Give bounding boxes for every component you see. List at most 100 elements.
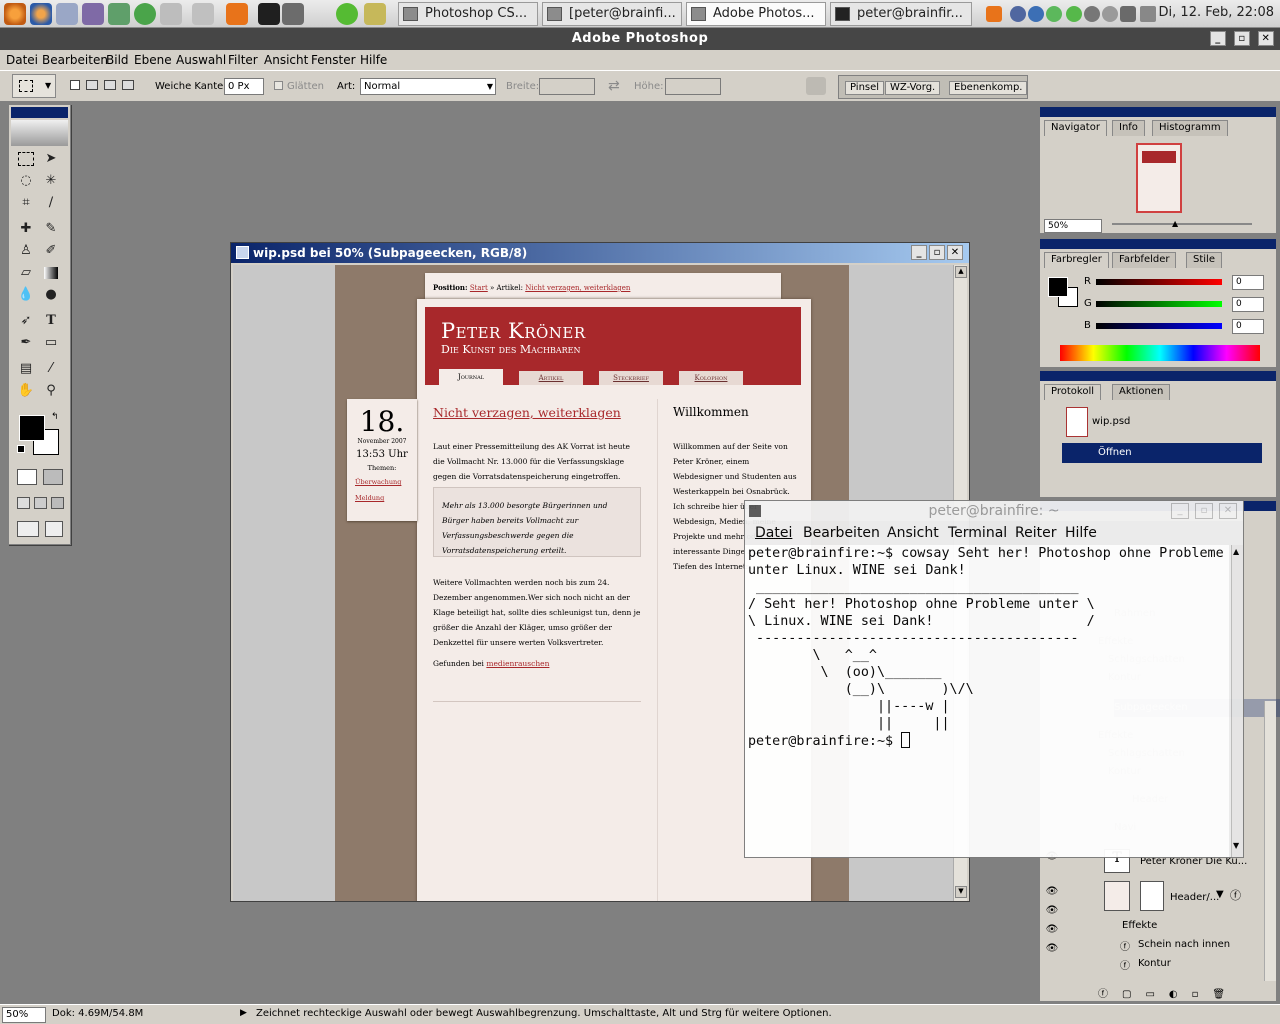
- app-icon[interactable]: [336, 3, 358, 25]
- site-name[interactable]: Peter Kröner: [441, 319, 586, 343]
- move-tool-icon[interactable]: ➤: [41, 149, 61, 169]
- network-icon[interactable]: [1066, 6, 1082, 22]
- tab-wz-vorg[interactable]: WZ-Vorg.: [885, 81, 941, 95]
- navigator-thumbnail[interactable]: [1136, 143, 1182, 213]
- stamp-tool-icon[interactable]: ♙: [16, 241, 36, 261]
- screen-mode-icon[interactable]: [51, 497, 64, 509]
- document-titlebar[interactable]: wip.psd bei 50% (Subpageecken, RGB/8) _ …: [231, 243, 969, 263]
- term-menu-hilfe[interactable]: Hilfe: [1065, 525, 1097, 541]
- eye-icon[interactable]: 👁: [1042, 939, 1062, 958]
- menu-fenster[interactable]: Fenster: [311, 53, 356, 67]
- breadcrumb-article-link[interactable]: Nicht verzagen, weiterklagen: [525, 284, 630, 292]
- intersect-selection-icon[interactable]: [122, 80, 134, 90]
- tray-icon[interactable]: [1102, 6, 1118, 22]
- nav-steckbrief[interactable]: Steckbrief: [599, 371, 663, 385]
- term-menu-datei[interactable]: Datei: [755, 525, 792, 541]
- tray-icon[interactable]: [1120, 6, 1136, 22]
- standard-mode-icon[interactable]: [17, 469, 37, 485]
- grid-icon[interactable]: [192, 3, 214, 25]
- window-icon[interactable]: [282, 3, 304, 25]
- swap-colors-icon[interactable]: ↰: [51, 412, 59, 422]
- nav-kolophon[interactable]: Kolophon: [679, 371, 743, 385]
- layers-scrollbar[interactable]: [1264, 701, 1276, 981]
- breadcrumb-start-link[interactable]: Start: [470, 284, 488, 292]
- term-close-button[interactable]: ✕: [1219, 503, 1237, 519]
- panel-titlebar[interactable]: [1040, 239, 1276, 249]
- term-minimize-button[interactable]: _: [1171, 503, 1189, 519]
- marquee-tool-icon[interactable]: [18, 152, 34, 166]
- terminal-scrollbar[interactable]: ▲ ▼: [1231, 545, 1243, 857]
- crop-tool-icon[interactable]: ⌗: [16, 193, 36, 213]
- history-step[interactable]: Öffnen: [1062, 443, 1262, 463]
- theme-link[interactable]: Meldung: [347, 494, 417, 502]
- snapshot-label[interactable]: wip.psd: [1092, 415, 1130, 429]
- doc-maximize-button[interactable]: ▫: [929, 245, 945, 260]
- menu-hilfe[interactable]: Hilfe: [360, 53, 387, 67]
- tray-icon[interactable]: [1010, 6, 1026, 22]
- menu-ansicht[interactable]: Ansicht: [264, 53, 308, 67]
- screen-mode-icon[interactable]: [34, 497, 47, 509]
- found-link[interactable]: medienrauschen: [486, 659, 549, 668]
- dodge-tool-icon[interactable]: ●: [41, 285, 61, 305]
- theme-link[interactable]: Überwachung: [347, 478, 417, 486]
- tab-info[interactable]: Info: [1112, 120, 1145, 136]
- tool-icon[interactable]: [160, 3, 182, 25]
- zoom-slider-handle[interactable]: ▲: [1172, 219, 1178, 228]
- tray-icon[interactable]: [986, 6, 1002, 22]
- navigator-zoom-input[interactable]: 50%: [1044, 219, 1102, 233]
- firefox-icon[interactable]: [30, 3, 52, 25]
- screen-mode-icon[interactable]: [17, 497, 30, 509]
- tab-ebenenkomp[interactable]: Ebenenkomp.: [949, 81, 1028, 95]
- tab-histogramm[interactable]: Histogramm: [1152, 120, 1228, 136]
- terminal-titlebar[interactable]: peter@brainfire: ~ _ ▫ ✕: [745, 501, 1243, 521]
- quickmask-mode-icon[interactable]: [43, 469, 63, 485]
- path-select-icon[interactable]: ➶: [16, 311, 36, 331]
- lasso-tool-icon[interactable]: ◌: [16, 171, 36, 191]
- printer-icon[interactable]: [806, 77, 826, 95]
- menu-ebene[interactable]: Ebene: [134, 53, 172, 67]
- default-colors-icon[interactable]: [17, 445, 25, 453]
- antialias-checkbox[interactable]: [274, 81, 283, 90]
- layers-footer-icons[interactable]: ⓕ▢▭◐▫🗑: [1098, 985, 1258, 1000]
- tab-stile[interactable]: Stile: [1186, 252, 1222, 268]
- scroll-down-icon[interactable]: ▼: [955, 886, 967, 898]
- menu-bearbeiten[interactable]: Bearbeiten: [42, 53, 108, 67]
- jump-icon[interactable]: [45, 521, 63, 537]
- taskbar-item[interactable]: Adobe Photos...: [686, 2, 826, 26]
- zoom-tool-icon[interactable]: ⚲: [41, 381, 61, 401]
- minimize-button[interactable]: _: [1210, 31, 1226, 46]
- scroll-up-icon[interactable]: ▲: [955, 266, 967, 278]
- red-value-input[interactable]: 0: [1232, 275, 1264, 290]
- panel-titlebar[interactable]: [1040, 371, 1276, 381]
- doc-minimize-button[interactable]: _: [911, 245, 927, 260]
- tab-farbfelder[interactable]: Farbfelder: [1112, 252, 1177, 268]
- nav-artikel[interactable]: Artikel: [519, 371, 583, 385]
- maximize-button[interactable]: ▫: [1234, 31, 1250, 46]
- doc-close-button[interactable]: ✕: [947, 245, 963, 260]
- shape-tool-icon[interactable]: ▭: [41, 333, 61, 353]
- imageready-icon[interactable]: [17, 521, 39, 537]
- volume-icon[interactable]: [1140, 6, 1156, 22]
- scroll-up-icon[interactable]: ▲: [1233, 547, 1239, 556]
- tray-icon[interactable]: [1028, 6, 1044, 22]
- menu-bild[interactable]: Bild: [106, 53, 129, 67]
- status-doc-size[interactable]: Dok: 4.69M/54.8M: [52, 1008, 143, 1019]
- status-zoom[interactable]: 50%: [2, 1007, 46, 1023]
- app-icon[interactable]: [364, 3, 386, 25]
- blur-tool-icon[interactable]: 💧: [16, 285, 36, 305]
- term-menu-reiter[interactable]: Reiter: [1015, 525, 1056, 541]
- term-menu-bearbeiten[interactable]: Bearbeiten: [803, 525, 880, 541]
- brush-tool-icon[interactable]: ✎: [41, 219, 61, 239]
- eraser-tool-icon[interactable]: ▱: [16, 263, 36, 283]
- app-icon[interactable]: [226, 3, 248, 25]
- notes-tool-icon[interactable]: ▤: [16, 359, 36, 379]
- color-spectrum[interactable]: [1060, 345, 1260, 361]
- tab-aktionen[interactable]: Aktionen: [1112, 384, 1171, 400]
- new-selection-icon[interactable]: [70, 80, 80, 90]
- eye-icon[interactable]: 👁: [1042, 882, 1062, 901]
- toolbox-titlebar[interactable]: [11, 107, 68, 118]
- red-slider[interactable]: [1096, 279, 1222, 285]
- expand-effects-icon[interactable]: ▼: [1216, 889, 1224, 900]
- green-slider[interactable]: [1096, 301, 1222, 307]
- gradient-tool-icon[interactable]: [44, 267, 58, 279]
